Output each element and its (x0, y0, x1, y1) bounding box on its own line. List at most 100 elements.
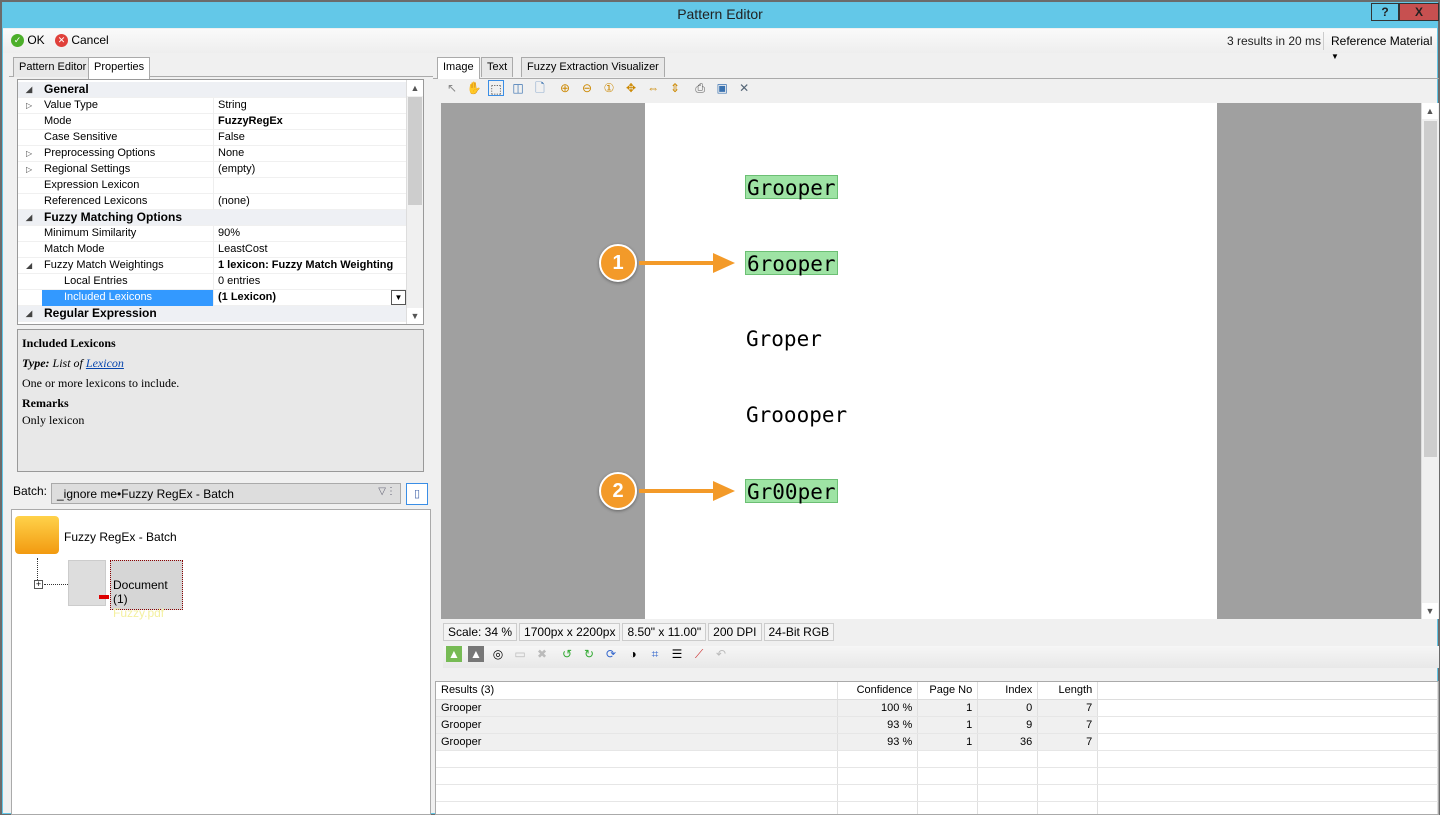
property-scrollbar[interactable]: ▲ ▼ (406, 80, 423, 324)
select-region-icon[interactable]: ⬚ (488, 80, 504, 96)
dropdown-icon[interactable]: ▼ (391, 290, 406, 305)
fit-height-icon[interactable]: ⇕ (667, 80, 683, 96)
callout-badge: 2 (599, 472, 637, 510)
result-row[interactable]: Grooper 93 % 1 36 7 (436, 733, 1438, 751)
property-row[interactable]: Expression Lexicon (18, 178, 408, 194)
viewer-scrollbar[interactable]: ▲ ▼ (1421, 103, 1439, 619)
highlighted-match: Grooper (745, 175, 838, 200)
curves-icon[interactable]: ⟋ (691, 646, 707, 662)
print-icon[interactable]: ⎙ (692, 80, 708, 96)
property-value: None (218, 147, 245, 159)
zoom-actual-icon[interactable]: ① (601, 80, 617, 96)
crop-icon[interactable]: ⌗ (647, 646, 663, 662)
expander-icon[interactable]: ◢ (26, 210, 36, 225)
property-row[interactable]: ◢ Regular Expression (18, 306, 408, 322)
property-row[interactable]: ◢ General (18, 82, 408, 98)
scroll-thumb[interactable] (408, 97, 422, 205)
property-row[interactable]: Minimum Similarity 90% (18, 226, 408, 242)
property-row[interactable]: ▷ Value Type String (18, 98, 408, 114)
property-value: 1 lexicon: Fuzzy Match Weighting (218, 259, 394, 271)
tab-properties[interactable]: Properties (88, 57, 151, 79)
result-row[interactable]: Grooper 100 % 1 0 7 (436, 699, 1438, 717)
zoom-region-icon[interactable]: ◫ (510, 80, 526, 96)
zoom-fit-icon[interactable]: ✥ (623, 80, 639, 96)
results-table: Results (3) Confidence Page No Index Len… (435, 681, 1439, 815)
list-icon[interactable]: ☰ (669, 646, 685, 662)
zoom-page-icon[interactable]: 🗋 (532, 80, 548, 96)
cancel-button[interactable]: ✕ Cancel (55, 33, 109, 48)
column-index[interactable]: Index (977, 682, 1039, 700)
delete-icon: ✖ (536, 647, 548, 661)
scroll-down-icon[interactable]: ▼ (1422, 603, 1438, 619)
pointer-icon[interactable]: ↖ (444, 80, 460, 96)
rotate-right-icon[interactable]: ↻ (581, 646, 597, 662)
close-button[interactable]: X (1399, 3, 1439, 21)
result-row[interactable]: Grooper 93 % 1 9 7 (436, 716, 1438, 734)
batch-selector[interactable]: _ignore me•Fuzzy RegEx - Batch ▽⋮ (51, 483, 401, 504)
scroll-up-icon[interactable]: ▲ (1422, 103, 1438, 119)
expander-icon[interactable]: ◢ (26, 82, 36, 97)
expander-icon[interactable]: ▷ (26, 146, 36, 161)
highlighted-match: Gr00per (745, 479, 838, 504)
reference-material-label: Reference Material (1331, 34, 1433, 48)
save-icon[interactable]: ▣ (714, 80, 730, 96)
color-depth-status: 24-Bit RGB (763, 623, 835, 641)
scroll-down-icon[interactable]: ▼ (407, 308, 423, 324)
property-name: Regional Settings (42, 162, 214, 178)
ok-button[interactable]: ✓ OK (11, 33, 45, 48)
rotate-left-icon[interactable]: ↺ (559, 646, 575, 662)
property-name: Minimum Similarity (42, 226, 214, 242)
lexicon-link[interactable]: Lexicon (86, 356, 124, 370)
type-label: Type: (22, 356, 50, 370)
property-row[interactable]: Referenced Lexicons (none) (18, 194, 408, 210)
image-viewer[interactable]: Grooper 6rooper Groper Groooper Gr00per ▲ ▼ … (441, 103, 1439, 619)
arrowhead-icon (713, 253, 735, 273)
hand-icon[interactable]: ✋ (466, 80, 482, 96)
property-row[interactable]: ◢ Fuzzy Match Weightings 1 lexicon: Fuzzy … (18, 258, 408, 274)
document-word: Groper (746, 327, 822, 351)
scroll-thumb[interactable] (1424, 121, 1437, 457)
grayscale-icon[interactable]: ▲ (468, 646, 484, 662)
expander-icon[interactable]: ▷ (26, 162, 36, 177)
property-row[interactable]: Match Mode LeastCost (18, 242, 408, 258)
contrast-icon[interactable]: ◑ (625, 646, 641, 662)
column-page-no[interactable]: Page No (917, 682, 979, 700)
tree-root[interactable]: Fuzzy RegEx - Batch (64, 530, 177, 544)
tab-text[interactable]: Text (481, 57, 514, 77)
help-button[interactable]: ? (1371, 3, 1399, 21)
fit-width-icon[interactable]: ⇔ (645, 80, 661, 96)
result-cell: Grooper (436, 699, 839, 717)
tree-document-node[interactable]: Document (1) Fuzzy.pdf (110, 560, 183, 620)
column-confidence[interactable]: Confidence (837, 682, 919, 700)
expand-icon[interactable]: + (34, 580, 43, 589)
batch-document-button[interactable]: ▯ (406, 483, 428, 505)
property-row[interactable]: ◢ Fuzzy Matching Options (18, 210, 408, 226)
property-row[interactable]: ▷ Preprocessing Options None (18, 146, 408, 162)
property-row[interactable]: Mode FuzzyRegEx (18, 114, 408, 130)
expander-icon[interactable]: ◢ (26, 258, 36, 273)
zoom-out-icon[interactable]: ⊖ (579, 80, 595, 96)
expander-icon[interactable]: ◢ (26, 306, 36, 321)
tab-image[interactable]: Image (437, 57, 480, 79)
property-row[interactable]: Case Sensitive False (18, 130, 408, 146)
scroll-up-icon[interactable]: ▲ (407, 80, 423, 96)
column-length[interactable]: Length (1037, 682, 1099, 700)
tools-icon[interactable]: ✕ (736, 80, 752, 96)
tab-pattern-editor[interactable]: Pattern Editor (13, 57, 93, 77)
binarize-icon[interactable]: ◎ (490, 646, 506, 662)
result-cell: 1 (917, 699, 979, 717)
remarks-title: Remarks (22, 396, 69, 410)
tab-fuzzy-extraction-visualizer[interactable]: Fuzzy Extraction Visualizer (521, 57, 665, 77)
property-row[interactable]: ▷ Regional Settings (empty) (18, 162, 408, 178)
zoom-in-icon[interactable]: ⊕ (557, 80, 573, 96)
property-row[interactable]: Local Entries 0 entries (18, 274, 408, 290)
refresh-icon[interactable]: ⟳ (603, 646, 619, 662)
image-icon[interactable]: ▲ (446, 646, 462, 662)
property-row[interactable]: Included Lexicons (1 Lexicon) ▼ (18, 290, 408, 306)
pdf-icon (99, 595, 109, 599)
column-results[interactable]: Results (3) (436, 682, 839, 700)
property-value[interactable]: (1 Lexicon) (216, 290, 408, 305)
highlighted-match: 6rooper (745, 251, 838, 276)
property-value: 0 entries (218, 275, 261, 287)
expander-icon[interactable]: ▷ (26, 98, 36, 113)
